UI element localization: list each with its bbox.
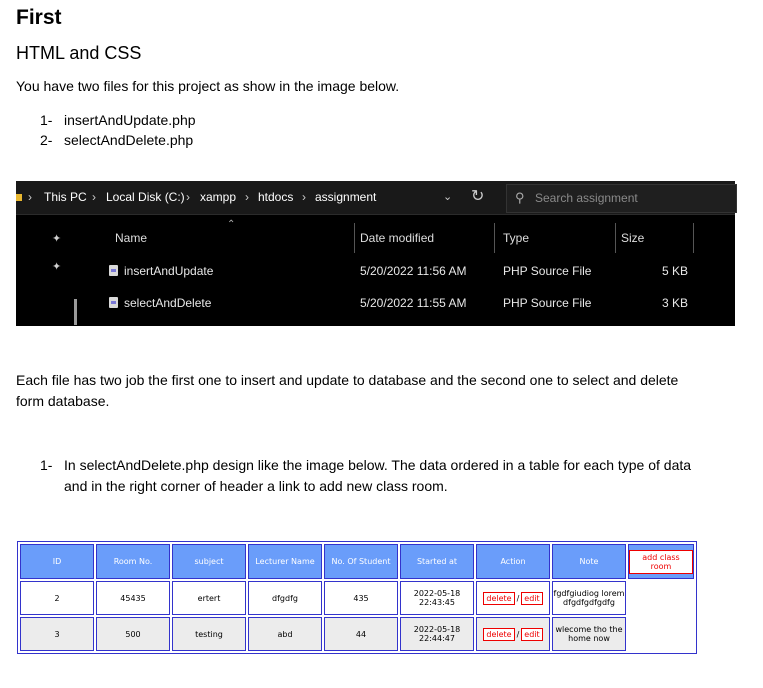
chevron-down-icon[interactable]: ⌄: [443, 190, 452, 203]
file-name[interactable]: selectAndDelete: [124, 296, 211, 310]
php-file-icon: [109, 297, 118, 308]
breadcrumb-assignment[interactable]: assignment: [315, 181, 376, 214]
cell-note: wlecome tho the home now: [552, 617, 626, 651]
header-no-of-student: No. Of Student: [324, 544, 398, 579]
file-date: 5/20/2022 11:56 AM: [360, 264, 467, 278]
file-explorer-window: › This PC › Local Disk (C:) › xampp › ht…: [16, 181, 737, 326]
header-lecturer-name: Lecturer Name: [248, 544, 322, 579]
task-item: 1- In selectAndDelete.php design like the…: [40, 457, 692, 494]
search-input[interactable]: ⚲ Search assignment: [506, 184, 737, 213]
edit-button[interactable]: edit: [521, 627, 543, 641]
cell-id: 3: [20, 617, 94, 651]
file-type: PHP Source File: [503, 296, 592, 310]
header-id: ID: [20, 544, 94, 579]
page-heading: First: [16, 6, 62, 29]
delete-button[interactable]: delete: [483, 627, 515, 641]
file-size: 3 KB: [662, 296, 689, 310]
breadcrumb-local-disk[interactable]: Local Disk (C:): [106, 181, 185, 214]
column-header-size[interactable]: Size: [621, 231, 644, 245]
cell-subject: testing: [172, 617, 246, 651]
pin-icon[interactable]: ✦: [52, 232, 61, 245]
list-item: 1- insertAndUpdate.php: [40, 112, 196, 128]
file-name[interactable]: insertAndUpdate: [124, 264, 213, 278]
cell-note: fgdfgiudiog lorem dfgdfgdfgdfg: [552, 581, 626, 615]
pin-icon[interactable]: ✦: [52, 260, 61, 273]
search-placeholder: Search assignment: [535, 191, 638, 205]
php-file-icon: [109, 265, 118, 276]
breadcrumb-this-pc[interactable]: This PC: [44, 181, 87, 214]
header-note: Note: [552, 544, 626, 579]
cell-students: 44: [324, 617, 398, 651]
table-row: 3 500 testing abd 44 2022-05-18 22:44:47 …: [20, 617, 694, 651]
cell-started-at: 2022-05-18 22:44:47: [400, 617, 474, 651]
cell-id: 2: [20, 581, 94, 615]
cell-lecturer: abd: [248, 617, 322, 651]
column-header-name[interactable]: Name: [115, 231, 147, 245]
table-row: 2 45435 ertert dfgdfg 435 2022-05-18 22:4…: [20, 581, 694, 615]
header-subject: subject: [172, 544, 246, 579]
cell-started-at: 2022-05-18 22:43:45: [400, 581, 474, 615]
cell-room: 500: [96, 617, 170, 651]
cell-action: delete / edit: [476, 581, 550, 615]
address-bar[interactable]: › This PC › Local Disk (C:) › xampp › ht…: [16, 181, 737, 215]
add-class-room-link[interactable]: add class room: [629, 549, 693, 574]
cell-students: 435: [324, 581, 398, 615]
cell-room: 45435: [96, 581, 170, 615]
header-room-no: Room No.: [96, 544, 170, 579]
list-item: 2- selectAndDelete.php: [40, 132, 194, 148]
breadcrumb-htdocs[interactable]: htdocs: [258, 181, 293, 214]
description-paragraph: Each file has two job the first one to i…: [16, 372, 679, 409]
cell-lecturer: dfgdfg: [248, 581, 322, 615]
file-size: 5 KB: [662, 264, 689, 278]
file-type: PHP Source File: [503, 264, 592, 278]
delete-button[interactable]: delete: [483, 591, 515, 605]
section-subheading: HTML and CSS: [16, 43, 142, 63]
search-icon: ⚲: [515, 190, 525, 205]
header-action: Action: [476, 544, 550, 579]
file-date: 5/20/2022 11:55 AM: [360, 296, 467, 310]
breadcrumb-xampp[interactable]: xampp: [200, 181, 236, 214]
class-rooms-table: ID Room No. subject Lecturer Name No. Of…: [17, 541, 697, 654]
column-header-date[interactable]: Date modified: [360, 231, 434, 245]
intro-paragraph: You have two files for this project as s…: [16, 78, 400, 94]
scrollbar[interactable]: [74, 299, 77, 325]
folder-icon: [16, 194, 22, 201]
edit-button[interactable]: edit: [521, 591, 543, 605]
column-header-type[interactable]: Type: [503, 231, 529, 245]
header-started-at: Started at: [400, 544, 474, 579]
header-add-cell: add class room: [628, 544, 694, 579]
cell-action: delete / edit: [476, 617, 550, 651]
cell-subject: ertert: [172, 581, 246, 615]
refresh-icon[interactable]: ↻: [471, 186, 484, 206]
sort-arrow-icon: ⌃: [227, 219, 236, 230]
